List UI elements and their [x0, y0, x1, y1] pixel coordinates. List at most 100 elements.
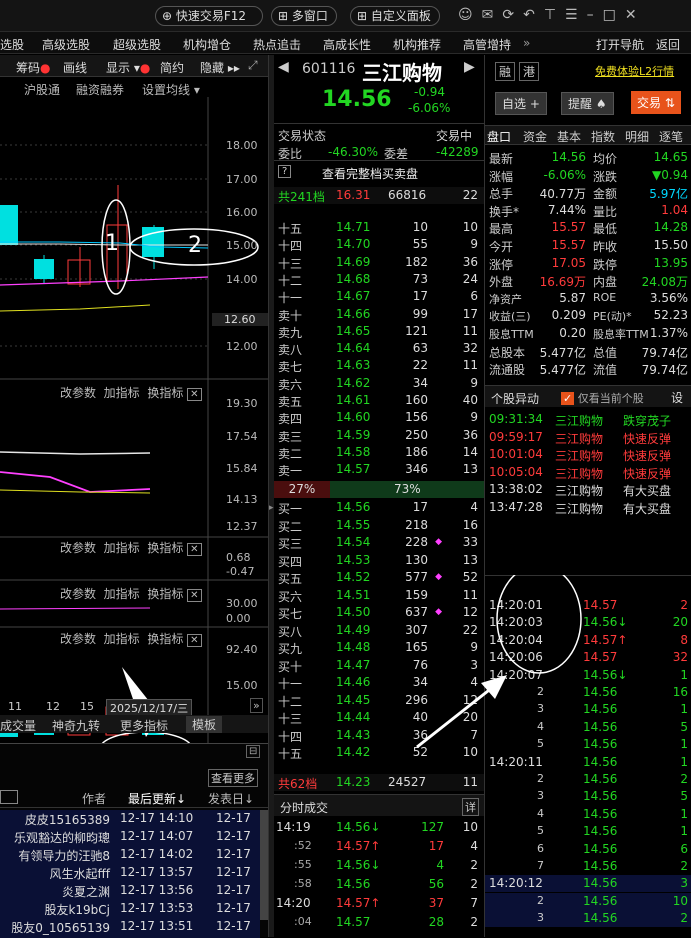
menu-icon[interactable]: ☰ — [565, 7, 587, 23]
sub3-edit-params[interactable]: 改参数 — [60, 587, 96, 601]
list-item[interactable]: 炎夏之渊 12-17 13:56 12-17 — [0, 882, 260, 899]
sell-level-row[interactable]: 卖十 14.66 99 17 — [274, 306, 484, 323]
buy-level-row[interactable]: 买一 14.56 17 4 — [274, 499, 484, 516]
sell-level-row[interactable]: 卖六 14.62 34 9 — [274, 375, 484, 392]
tab-ma-settings[interactable]: 设置均线 ▾ — [142, 81, 200, 98]
close-icon[interactable]: ✕ — [625, 7, 646, 23]
sub2-edit-params[interactable]: 改参数 — [60, 541, 96, 555]
multi-window-button[interactable]: ⊞ 多窗口 — [271, 6, 337, 26]
menu-open-nav[interactable]: 打开导航 — [596, 36, 644, 53]
tab-hsgt[interactable]: 沪股通 — [24, 81, 60, 98]
sell-level-row[interactable]: 十二 14.68 73 24 — [274, 271, 484, 288]
sell-level-row[interactable]: 卖四 14.60 156 9 — [274, 409, 484, 426]
tab-index[interactable]: 指数 — [591, 128, 615, 145]
maximize-icon[interactable]: □ — [603, 7, 625, 23]
tab-pankou[interactable]: 盘口 — [487, 128, 511, 145]
sell-level-row[interactable]: 卖九 14.65 121 11 — [274, 323, 484, 340]
close-icon[interactable]: ✕ — [187, 634, 202, 647]
alert-row[interactable]: 13:47:28 三江购物 有大买盘 — [485, 499, 691, 516]
buy-level-row[interactable]: 买三 14.54 228 33 ◆ — [274, 534, 484, 551]
toolbar-display[interactable]: 显示 ▾● — [106, 59, 150, 76]
shirt-icon[interactable]: ⊤ — [544, 7, 565, 23]
sub1-swap-indicator[interactable]: 换指标 — [147, 386, 183, 400]
list-item[interactable]: 风生水起fff 12-17 13:57 12-17 — [0, 864, 260, 881]
list-item[interactable]: 股友k19bCj 12-17 13:53 12-17 — [0, 900, 260, 917]
tab-template[interactable]: 模板 — [186, 716, 223, 733]
user-icon[interactable]: ☺ — [458, 7, 482, 23]
alerts-settings-button[interactable]: 设 — [671, 389, 683, 406]
sub1-edit-params[interactable]: 改参数 — [60, 386, 96, 400]
sub4-edit-params[interactable]: 改参数 — [60, 632, 96, 646]
trade-button[interactable]: 交易 ⇅ — [631, 91, 681, 114]
tab-funds[interactable]: 资金 — [523, 128, 547, 145]
sync-icon[interactable]: ⟳ — [502, 7, 523, 23]
buy-level-row[interactable]: 买四 14.53 130 13 — [274, 552, 484, 569]
list-item[interactable]: 皮皮15165389 12-17 14:10 12-17 — [0, 810, 260, 827]
quick-trade-button[interactable]: ⊕ 快速交易F12 — [155, 6, 263, 26]
sell-level-row[interactable]: 十一 14.67 17 6 — [274, 288, 484, 305]
news-add-icon[interactable]: ⊟ — [246, 745, 261, 758]
tag-margin[interactable]: 融 — [495, 62, 516, 81]
tab-margin[interactable]: 融资融券 — [76, 81, 124, 98]
sell-level-row[interactable]: 卖一 14.57 346 13 — [274, 461, 484, 478]
add-watchlist-button[interactable]: 自选 + — [495, 92, 547, 115]
sub4-add-indicator[interactable]: 加指标 — [104, 632, 140, 646]
menu-item-0[interactable]: 选股 — [0, 36, 24, 53]
sell-level-row[interactable]: 卖二 14.58 186 14 — [274, 444, 484, 461]
close-icon[interactable]: ✕ — [187, 543, 202, 556]
sell-level-row[interactable]: 卖七 14.63 22 11 — [274, 357, 484, 374]
list-item[interactable]: 股友0_10565139 12-17 13:51 12-17 — [0, 918, 260, 935]
alert-button[interactable]: 提醒 ♠ — [561, 92, 614, 115]
sell-level-row[interactable]: 卖八 14.64 63 32 — [274, 340, 484, 357]
toolbar-hide[interactable]: 隐藏 ▸▸ — [200, 59, 240, 76]
news-search-box[interactable] — [0, 790, 18, 804]
menu-back[interactable]: 返回 — [656, 36, 680, 53]
close-icon[interactable]: ✕ — [187, 388, 202, 401]
menu-more[interactable]: » — [523, 36, 530, 50]
custom-panel-button[interactable]: ⊞ 自定义面板 — [350, 6, 440, 26]
menu-item-7[interactable]: 高管增持 — [463, 36, 511, 53]
only-current-checkbox[interactable]: ✓ 仅看当前个股 — [561, 390, 644, 406]
toolbar-simple[interactable]: 简约 — [160, 59, 184, 76]
sell-level-row[interactable]: 十三 14.69 182 36 — [274, 254, 484, 271]
col-last-update[interactable]: 最后更新↓ — [128, 790, 186, 807]
mail-icon[interactable]: ✉ — [482, 7, 503, 23]
tab-nine-turn[interactable]: 神奇九转 — [52, 717, 100, 734]
toolbar-draw[interactable]: 画线 — [63, 59, 87, 76]
toolbar-chips[interactable]: 筹码● — [16, 59, 51, 76]
undo-icon[interactable]: ↶ — [523, 7, 544, 23]
close-icon[interactable]: ✕ — [187, 589, 202, 602]
buy-level-row[interactable]: 买二 14.55 218 16 — [274, 517, 484, 534]
sell-level-row[interactable]: 十四 14.70 55 9 — [274, 236, 484, 253]
menu-item-3[interactable]: 机构增仓 — [183, 36, 231, 53]
menu-item-6[interactable]: 机构推荐 — [393, 36, 441, 53]
prev-stock-icon[interactable]: ◀ — [278, 59, 289, 75]
tab-tick[interactable]: 逐笔 — [659, 128, 683, 145]
tab-basic[interactable]: 基本 — [557, 128, 581, 145]
next-stock-icon[interactable]: ▶ — [464, 59, 475, 75]
col-author[interactable]: 作者 — [82, 790, 106, 807]
menu-item-2[interactable]: 超级选股 — [113, 36, 161, 53]
col-post-date[interactable]: 发表日↓ — [208, 790, 254, 807]
ticks-title[interactable]: 分时成交 — [280, 799, 328, 816]
alert-row[interactable]: 09:31:34 三江购物 跌穿茂子 — [485, 411, 691, 428]
alert-row[interactable]: 10:01:04 三江购物 快速反弹 — [485, 446, 691, 463]
help-icon[interactable]: ? — [278, 165, 292, 178]
full-depth-link[interactable]: ? 查看完整档买卖盘 — [274, 163, 484, 183]
alert-row[interactable]: 13:38:02 三江购物 有大买盘 — [485, 481, 691, 498]
sub1-add-indicator[interactable]: 加指标 — [104, 386, 140, 400]
view-more-button[interactable]: 查看更多 — [208, 769, 258, 787]
sub3-add-indicator[interactable]: 加指标 — [104, 587, 140, 601]
list-item[interactable]: 乐观豁达的柳昀璁 12-17 14:07 12-17 — [0, 828, 260, 845]
sell-level-row[interactable]: 卖五 14.61 160 40 — [274, 392, 484, 409]
sell-level-row[interactable]: 十五 14.71 10 10 — [274, 219, 484, 236]
menu-item-4[interactable]: 热点追击 — [253, 36, 301, 53]
sub3-swap-indicator[interactable]: 换指标 — [147, 587, 183, 601]
minimize-icon[interactable]: – — [587, 7, 603, 23]
menu-item-1[interactable]: 高级选股 — [42, 36, 90, 53]
news-scrollbar[interactable] — [260, 810, 268, 920]
alert-row[interactable]: 09:59:17 三江购物 快速反弹 — [485, 429, 691, 446]
list-item[interactable]: 有领导力的汪驰8 12-17 14:02 12-17 — [0, 846, 260, 863]
promo-link[interactable]: 免费体验L2行情 — [595, 63, 674, 79]
tab-more-indicators[interactable]: 更多指标 — [120, 717, 168, 734]
